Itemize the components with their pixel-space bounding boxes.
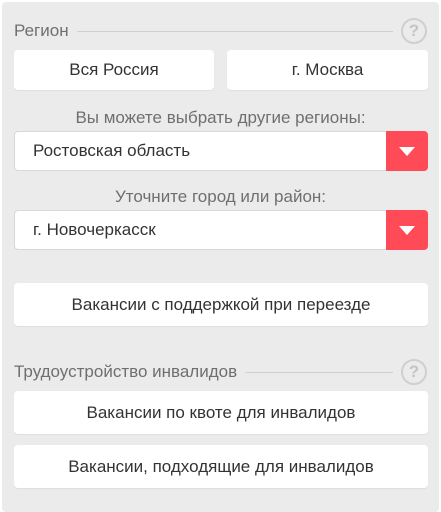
city-select-value: г. Новочеркасск: [33, 220, 156, 239]
city-select[interactable]: г. Новочеркасск: [14, 210, 428, 250]
relocation-vacancies-button[interactable]: Вакансии с поддержкой при переезде: [14, 283, 428, 326]
dropdown-arrow-icon[interactable]: [386, 210, 428, 250]
disabled-section-title: Трудоустройство инвалидов: [14, 362, 238, 381]
region-section-header: Регион ?: [14, 16, 427, 46]
other-regions-label: Вы можете выбрать другие регионы:: [75, 108, 366, 127]
help-icon[interactable]: ?: [401, 359, 427, 385]
region-select[interactable]: Ростовская область: [14, 131, 428, 171]
dropdown-arrow-icon[interactable]: [386, 131, 428, 171]
all-russia-button[interactable]: Вся Россия: [14, 50, 214, 90]
help-icon[interactable]: ?: [401, 18, 427, 44]
suitable-vacancies-button[interactable]: Вакансии, подходящие для инвалидов: [14, 445, 428, 488]
divider: [245, 371, 393, 373]
region-select-value: Ростовская область: [33, 141, 191, 160]
city-label: Уточните город или район:: [114, 187, 327, 206]
filter-panel: Регион ? Вся Россия г. Москва Вы можете …: [2, 2, 439, 512]
disabled-section-header: Трудоустройство инвалидов ?: [14, 357, 427, 387]
region-section-title: Регион: [14, 21, 69, 40]
quota-vacancies-button[interactable]: Вакансии по квоте для инвалидов: [14, 391, 428, 434]
moscow-button[interactable]: г. Москва: [227, 50, 428, 90]
divider: [76, 30, 393, 32]
